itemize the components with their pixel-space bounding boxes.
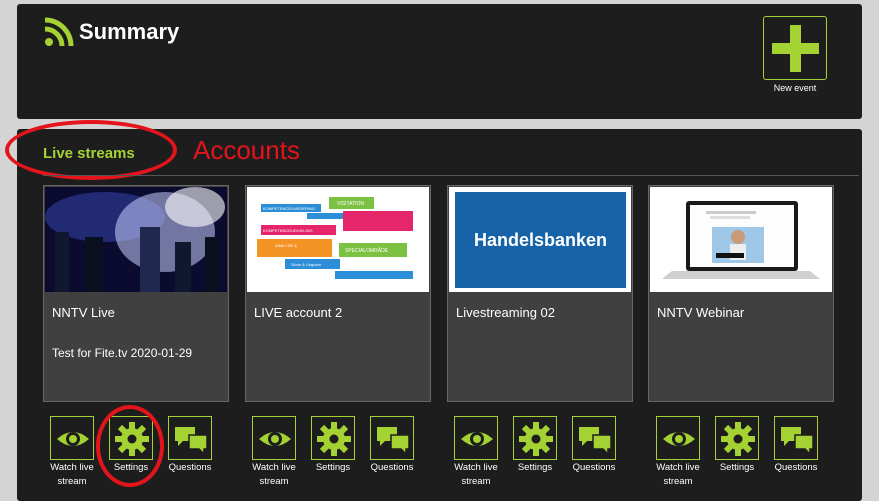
watch-live-stream-button[interactable]	[50, 416, 94, 460]
eye-icon	[259, 432, 291, 446]
account-card-3[interactable]: Handelsbanken Livestreaming 02	[447, 185, 633, 402]
tab-live-streams[interactable]: Live streams	[43, 145, 135, 162]
new-event-button[interactable]	[763, 16, 827, 80]
gear-icon	[115, 422, 149, 456]
gear-icon	[317, 422, 351, 456]
accounts-annotation: Accounts	[193, 135, 300, 165]
chat-bubbles-icon	[579, 427, 612, 456]
thumb-word: KOMPETENCEUDVIKLING	[263, 228, 313, 233]
watch-live-stream-button[interactable]	[454, 416, 498, 460]
live-streams-panel: Live streams Accounts NNTV Live Test for…	[5, 120, 862, 501]
questions-label: Questions	[774, 462, 818, 473]
card-thumbnail: Handelsbanken	[449, 187, 631, 292]
card-thumbnail	[650, 187, 832, 292]
divider	[43, 175, 859, 176]
thumb-word: VISITATION	[337, 201, 364, 207]
thumb-word: ANALYSE &	[275, 243, 297, 248]
account-card-2[interactable]: KOMPETENCEVURDERING VISITATION KOMPETENC…	[245, 185, 431, 402]
card-thumbnail: KOMPETENCEVURDERING VISITATION KOMPETENC…	[247, 187, 429, 292]
card-title: Livestreaming 02	[456, 305, 555, 320]
bank-logo: Handelsbanken	[455, 192, 626, 288]
rss-icon	[44, 17, 74, 47]
card-title: NNTV Live	[52, 305, 115, 320]
settings-button[interactable]	[513, 416, 557, 460]
gear-icon	[519, 422, 553, 456]
gear-icon	[721, 422, 755, 456]
card-title: NNTV Webinar	[657, 305, 745, 320]
questions-button[interactable]	[572, 416, 616, 460]
questions-button[interactable]	[370, 416, 414, 460]
settings-button[interactable]	[109, 416, 153, 460]
questions-label: Questions	[168, 462, 212, 473]
chat-bubbles-icon	[781, 427, 814, 456]
settings-button[interactable]	[311, 416, 355, 460]
watch-live-stream-button[interactable]	[252, 416, 296, 460]
account-card-4[interactable]: NNTV Webinar	[648, 185, 834, 402]
questions-button[interactable]	[168, 416, 212, 460]
card-title: LIVE account 2	[254, 305, 343, 320]
settings-button[interactable]	[715, 416, 759, 460]
card-description: Test for Fite.tv 2020-01-29	[52, 346, 193, 360]
card-thumbnail	[45, 187, 227, 292]
thumb-word: KOMPETENCEVURDERING	[263, 206, 315, 211]
questions-label: Questions	[370, 462, 414, 473]
questions-label: Questions	[572, 462, 616, 473]
account-card-1[interactable]: NNTV Live Test for Fite.tv 2020-01-29	[43, 185, 229, 402]
new-event-label: New event	[773, 83, 817, 93]
chat-bubbles-icon	[175, 427, 208, 456]
page-title: Summary	[79, 19, 180, 44]
thumb-word: Skole & Ungdom	[291, 262, 322, 267]
questions-button[interactable]	[774, 416, 818, 460]
thumb-word: SPECIALOMRÅDE	[345, 247, 389, 254]
watch-live-stream-button[interactable]	[656, 416, 700, 460]
eye-icon	[57, 432, 89, 446]
eye-icon	[663, 432, 695, 446]
eye-icon	[461, 432, 493, 446]
chat-bubbles-icon	[377, 427, 410, 456]
summary-panel: Summary New event	[17, 4, 862, 119]
